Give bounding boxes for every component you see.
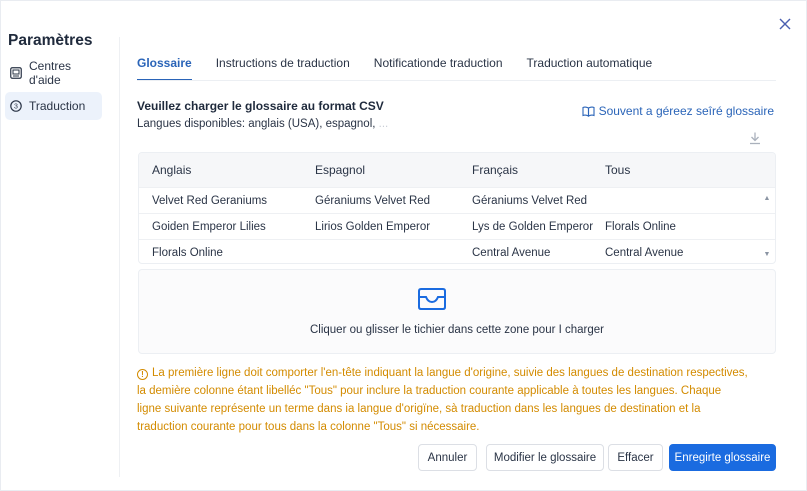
settings-dialog: Paramètres Centres d'aide 3 Traduction G… [0, 0, 807, 491]
glossary-table: Anglais Espagnol Français Tous Velvet Re… [138, 152, 776, 264]
notice-line: traduction courante pour tous dans la co… [137, 421, 480, 433]
notice-line: la demière colonne étant libelléc "Tous"… [137, 385, 722, 397]
clear-button[interactable]: Effacer [608, 444, 663, 471]
cancel-button[interactable]: Annuler [418, 444, 477, 471]
table-cell: Lys de Golden Emperor [472, 220, 594, 233]
notice-line: ! La première ligne doit comporter l'en-t… [137, 364, 767, 382]
table-cell: Florals Online [152, 246, 223, 259]
tab-glossary[interactable]: Glossaire [137, 55, 192, 81]
circle-number-icon: 3 [10, 100, 22, 112]
sidebar-title: Paramètres [8, 32, 93, 49]
sidebar-item-help-centers[interactable]: Centres d'aide [5, 59, 102, 87]
warning-icon: ! [137, 369, 148, 380]
table-header: Anglais Espagnol Français Tous [139, 153, 775, 187]
notice-line-text: La première ligne doit comporter l'en-tê… [152, 367, 748, 379]
file-dropzone[interactable]: Cliquer ou glisser le tichier dans cette… [138, 269, 776, 354]
upload-heading: Veuillez charger le glossaire au format … [137, 99, 384, 113]
tab-translation-notification[interactable]: Notificationde traduction [374, 55, 503, 81]
edit-glossary-button[interactable]: Modifier le glossaire [486, 444, 604, 471]
book-icon [582, 106, 595, 117]
languages-label: Langues disponibles: anglais (USA), espa… [137, 118, 376, 130]
help-link-label: Souvent a géreez seîré glossaire [598, 104, 774, 118]
format-notice: ! La première ligne doit comporter l'en-t… [137, 364, 767, 436]
sidebar-divider [119, 37, 120, 477]
table-cell: Goiden Emperor Lilies [152, 220, 266, 233]
table-cell: Florals Online [605, 220, 676, 233]
inbox-icon [416, 285, 448, 313]
tab-bar: Glossaire Instructions de traduction Not… [137, 55, 676, 81]
table-cell: Central Avenue [472, 246, 551, 259]
sidebar-item-label: Centres d'aide [29, 59, 72, 87]
scroll-down-icon[interactable]: ▼ [763, 251, 771, 259]
tab-translation-instructions[interactable]: Instructions de traduction [216, 55, 350, 81]
dropzone-text: Cliquer ou glisser le tichier dans cette… [309, 324, 605, 336]
sidebar-item-translation[interactable]: 3 Traduction [5, 92, 102, 120]
tab-automatic-translation[interactable]: Traduction automatique [527, 55, 653, 81]
column-header: Espagnol [315, 163, 366, 177]
table-row: Florals Online Central Avenue Central Av… [139, 239, 775, 263]
column-header: Français [472, 163, 519, 177]
table-cell: Géraniums Velvet Red [315, 194, 431, 207]
save-glossary-button[interactable]: Enregirte glossaire [669, 444, 776, 471]
languages-faded: ... [378, 118, 389, 130]
svg-text:3: 3 [14, 104, 18, 111]
sidebar-item-label: Traduction [29, 99, 86, 113]
table-row: Velvet Red Geraniums Géraniums Velvet Re… [139, 187, 775, 213]
scroll-up-icon[interactable]: ▲ [763, 195, 771, 203]
available-languages: Langues disponibles: anglais (USA), espa… [137, 118, 388, 130]
table-cell: Lirios Golden Emperor [315, 220, 431, 233]
close-icon[interactable] [778, 17, 792, 31]
table-cell: Central Avenue [605, 246, 684, 259]
tabs-divider [137, 80, 776, 81]
download-icon[interactable] [748, 131, 762, 145]
sidebar: Paramètres Centres d'aide 3 Traduction [1, 1, 119, 491]
column-header: Anglais [152, 163, 192, 177]
table-row: Goiden Emperor Lilies Lirios Golden Empe… [139, 213, 775, 239]
glossary-help-link[interactable]: Souvent a géreez seîré glossaire [582, 104, 774, 118]
table-cell: Géraniums Velvet Red [472, 194, 588, 207]
column-header: Tous [605, 163, 631, 177]
grid-icon [10, 67, 22, 79]
table-cell: Velvet Red Geraniums [152, 194, 268, 207]
notice-line: ligne suivante représente un terme dans … [137, 403, 701, 415]
